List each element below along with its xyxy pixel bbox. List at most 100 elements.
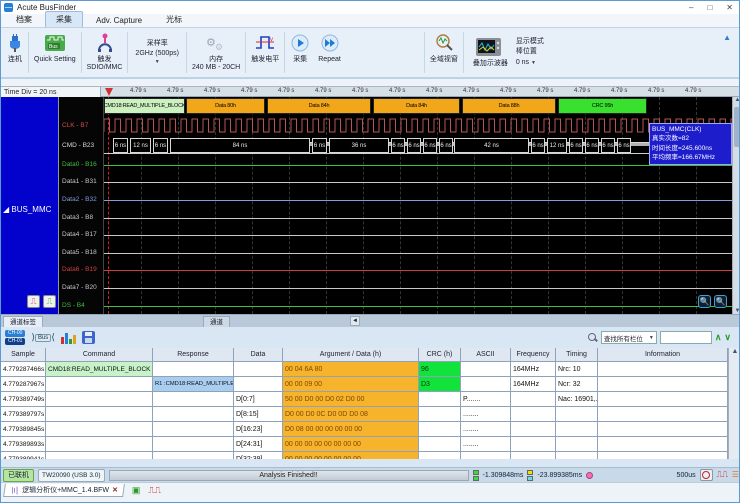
global-view-button[interactable]: 全域视窗 xyxy=(426,30,462,75)
column-header[interactable]: Timing xyxy=(556,348,598,361)
decode-block[interactable]: CRC 95h xyxy=(558,98,647,114)
close-icon[interactable]: ✕ xyxy=(726,3,733,12)
cmd-duration-box: 36 ns xyxy=(329,138,389,153)
table-cell-info xyxy=(598,392,728,406)
display-mode-label[interactable]: 显示模式 xyxy=(516,37,544,48)
menu-tab[interactable]: 采集 xyxy=(45,11,83,27)
decode-table[interactable]: SampleCommandResponseDataArgument / Data… xyxy=(1,348,728,467)
close-tab-icon[interactable]: ✕ xyxy=(112,486,118,494)
overlay-scope-button[interactable]: 叠加示波器 xyxy=(469,34,512,71)
channel-label[interactable]: CMD - B23 xyxy=(62,142,94,149)
search-field-select[interactable]: 查找所有栏位 ▼ xyxy=(601,331,657,344)
column-header[interactable]: Frequency xyxy=(511,348,556,361)
document-tab[interactable]: 〣 逻辑分析仪+MMC_1.4.BFW ✕ xyxy=(3,484,125,497)
search-next-icon[interactable]: ∨ xyxy=(724,331,731,344)
channel-label[interactable]: Data6 - B19 xyxy=(62,266,97,273)
channel-label[interactable]: Data3 - B8 xyxy=(62,214,93,221)
ruler-tick-label: 4.79 s xyxy=(500,88,516,94)
repeat-button[interactable]: Repeat xyxy=(314,30,345,75)
table-row[interactable]: 4.779389797sD[8:15]D0 00 D0 0C D0 0D D0 … xyxy=(1,407,728,422)
column-header[interactable]: Data xyxy=(234,348,283,361)
column-header[interactable]: CRC (h) xyxy=(419,348,461,361)
menu-tab[interactable]: Adv. Capture xyxy=(85,13,153,27)
tab-channels[interactable]: 通道 xyxy=(203,316,230,327)
waveform-panel[interactable]: CMD18:READ_MULTIPLE_BLOCKData 80hData 84… xyxy=(104,97,732,314)
menu-tab[interactable]: 光标 xyxy=(155,11,193,27)
table-cell-response: R1 :CMD18:READ_MULTIPLE_BLOCK xyxy=(153,377,234,391)
column-header[interactable]: Argument / Data (h) xyxy=(283,348,419,361)
scroll-left-icon[interactable]: ◄ xyxy=(350,316,360,326)
search-input[interactable] xyxy=(660,331,712,344)
cursor-marker-icon[interactable] xyxy=(586,472,593,479)
chevron-down-icon: ▼ xyxy=(649,335,654,341)
clock-icon[interactable] xyxy=(700,469,713,481)
decode-block[interactable]: Data 84h xyxy=(373,98,460,114)
app-window: Acute BusFinder – □ ✕ 档案采集Adv. Capture光标… xyxy=(0,0,740,503)
column-header[interactable]: Command xyxy=(46,348,153,361)
cursor-pair-ab-icon[interactable] xyxy=(473,470,479,481)
channel-label[interactable]: Data0 - B16 xyxy=(62,161,97,168)
channel-label[interactable]: Data1 - B31 xyxy=(62,178,97,185)
column-header[interactable]: Information xyxy=(598,348,728,361)
ribbon-collapse-icon[interactable]: ▲ xyxy=(723,33,731,42)
bus-panel[interactable]: ◢ BUS_MMC ⎍ ⎍ xyxy=(1,97,59,314)
zoom-out-icon[interactable]: 🔍 xyxy=(714,295,727,308)
waveform-view-icon[interactable]: ⎍⎍ xyxy=(717,469,728,481)
quick-setting-button[interactable]: Bus Quick Setting xyxy=(30,30,80,75)
trigger-marker-icon[interactable] xyxy=(105,88,113,96)
decode-block[interactable]: Data 84h xyxy=(267,98,371,114)
statistics-chart-icon[interactable] xyxy=(61,331,76,344)
table-cell-command xyxy=(46,437,153,451)
time-ruler[interactable]: Time Div = 20 ns 4.79 s4.79 s4.79 s4.79 … xyxy=(1,86,740,97)
bus-name-label[interactable]: ◢ BUS_MMC xyxy=(3,205,51,214)
channel-badge-icon[interactable]: CH-00CH-01 xyxy=(5,330,25,345)
zoom-in-icon[interactable]: 🔍 xyxy=(698,295,711,308)
save-report-icon[interactable] xyxy=(82,331,95,344)
bus-wave-button-1[interactable]: ⎍ xyxy=(27,295,40,308)
waveform-area: ◢ BUS_MMC ⎍ ⎍ CLK - B7 CMD - B23 Data0 - B… xyxy=(1,97,740,314)
table-row[interactable]: 4.779389893sD[24:31]00 00 00 00 00 00 00… xyxy=(1,437,728,452)
clk-waveform xyxy=(104,116,732,136)
search-prev-icon[interactable]: ∧ xyxy=(715,331,722,344)
memory-button[interactable]: ⚙⚙ 内存 240 MB - 20CH xyxy=(188,30,244,75)
column-header[interactable]: ASCII xyxy=(461,348,511,361)
table-cell-timing: Nrc: 10 xyxy=(556,362,598,376)
minimize-icon[interactable]: – xyxy=(689,3,693,12)
table-row[interactable]: 4.779389749sD[0:7]50 00 D0 00 D0 02 D0 0… xyxy=(1,392,728,407)
samplerate-dropdown[interactable]: 采样率 2GHz (500ps) ▼ xyxy=(129,30,185,75)
decode-block[interactable]: Data 80h xyxy=(186,98,265,114)
cmd-duration-box: 6 ns xyxy=(391,138,405,153)
connect-button[interactable]: 连机 xyxy=(3,30,27,75)
maximize-icon[interactable]: □ xyxy=(707,3,712,12)
bus-wave-button-2[interactable]: ⎍ xyxy=(43,295,56,308)
table-cell-freq xyxy=(511,392,556,406)
channel-label[interactable]: DS - B4 xyxy=(62,302,85,309)
channel-label[interactable]: Data4 - B17 xyxy=(62,231,97,238)
connection-status-badge: 已联机 xyxy=(3,469,34,482)
add-waveform-icon[interactable]: ⎍⎍ xyxy=(148,485,161,496)
table-row[interactable]: 4.779389845sD[16:23]D0 08 00 00 00 00 00… xyxy=(1,422,728,437)
trigger-level-button[interactable]: v 触发电平 xyxy=(247,30,283,75)
capture-button[interactable]: 采集 xyxy=(286,30,314,75)
menu-tab[interactable]: 档案 xyxy=(5,11,43,27)
bar-position-value[interactable]: 0 ns ▼ xyxy=(516,58,544,69)
bus-decode-icon[interactable]: ⟩Bus⟨ xyxy=(31,332,54,343)
table-scrollbar[interactable]: ▲ xyxy=(728,348,740,459)
decode-block[interactable]: CMD18:READ_MULTIPLE_BLOCK xyxy=(104,98,185,114)
column-header[interactable]: Sample xyxy=(1,348,46,361)
cursor-pair-bc-icon[interactable] xyxy=(527,470,533,481)
channel-label[interactable]: Data2 - B32 xyxy=(62,196,97,203)
list-view-icon[interactable]: ☰ xyxy=(732,469,739,481)
new-document-icon[interactable]: ▣ xyxy=(132,485,141,496)
channel-label[interactable]: Data7 - B20 xyxy=(62,284,97,291)
trigger-sdio-mmc-button[interactable]: 触发 SDIO/MMC xyxy=(83,30,127,75)
column-header[interactable]: Response xyxy=(153,348,234,361)
ruler-tick-label: 4.79 s xyxy=(574,88,590,94)
table-row[interactable]: 4.779287466sCMD18:READ_MULTIPLE_BLOCK00 … xyxy=(1,362,728,377)
tab-channel-labels[interactable]: 通道标签 xyxy=(3,316,43,327)
table-row[interactable]: 4.779287967sR1 :CMD18:READ_MULTIPLE_BLOC… xyxy=(1,377,728,392)
waveform-vertical-scrollbar[interactable]: ▲ ▼ xyxy=(732,97,740,314)
channel-label[interactable]: Data5 - B18 xyxy=(62,249,97,256)
decode-block[interactable]: Data 88h xyxy=(462,98,556,114)
channel-label[interactable]: CLK - B7 xyxy=(62,122,88,129)
